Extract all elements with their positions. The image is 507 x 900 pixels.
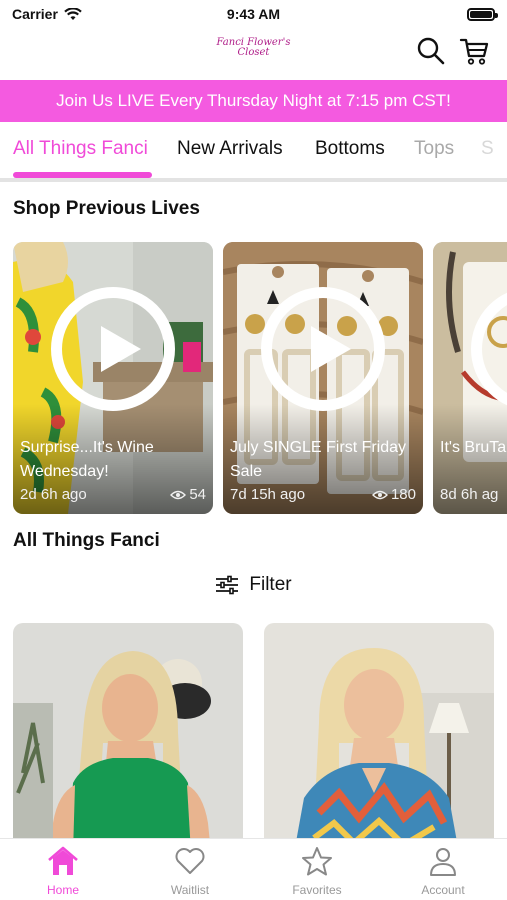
- category-tabs: All Things Fanci New Arrivals Bottoms To…: [0, 122, 507, 178]
- live-card[interactable]: July SINGLE First Friday Sale 7d 15h ago…: [223, 242, 423, 514]
- heart-icon: [175, 848, 205, 874]
- product-card[interactable]: [13, 623, 243, 853]
- view-count: 180: [390, 486, 416, 503]
- tab-waitlist[interactable]: Waitlist: [127, 845, 253, 897]
- filter-button[interactable]: Filter: [0, 574, 507, 596]
- app-header: Fanci Flower's Closet: [0, 28, 507, 80]
- status-bar: Carrier 9:43 AM: [0, 0, 507, 28]
- live-age: 2d 6h ago: [20, 486, 87, 503]
- tab-truncated[interactable]: S: [481, 138, 494, 160]
- clock: 9:43 AM: [226, 6, 281, 22]
- live-card[interactable]: It's BruTa Giveawa 8d 6h ag: [433, 242, 507, 514]
- tab-new-arrivals[interactable]: New Arrivals: [177, 138, 283, 160]
- live-title: It's BruTa Giveawa: [440, 439, 507, 456]
- tab-home[interactable]: Home: [0, 845, 126, 897]
- tabs-divider: [0, 178, 507, 182]
- filter-label: Filter: [249, 574, 292, 595]
- live-views: 180: [371, 486, 416, 503]
- tab-favorites[interactable]: Favorites: [254, 845, 380, 897]
- bottom-tab-bar: Home Waitlist Favorites Account: [0, 838, 507, 900]
- products-heading: All Things Fanci: [13, 530, 160, 551]
- live-age: 7d 15h ago: [230, 486, 306, 503]
- cart-icon[interactable]: [459, 36, 489, 66]
- product-image: [264, 623, 494, 853]
- previous-lives-heading: Shop Previous Lives: [13, 198, 200, 219]
- live-views: 54: [170, 486, 206, 503]
- battery-icon: [467, 8, 498, 21]
- live-announcement-banner[interactable]: Join Us LIVE Every Thursday Night at 7:1…: [0, 80, 507, 122]
- star-icon: [302, 847, 332, 876]
- play-icon[interactable]: [51, 287, 175, 411]
- tab-all-things-fanci[interactable]: All Things Fanci: [13, 138, 148, 160]
- tab-favorites-label: Favorites: [292, 883, 342, 897]
- banner-text: Join Us LIVE Every Thursday Night at 7:1…: [56, 91, 451, 110]
- play-icon[interactable]: [261, 287, 385, 411]
- filter-icon: [216, 575, 239, 595]
- tab-tops[interactable]: Tops: [414, 138, 454, 160]
- previous-lives-carousel[interactable]: Surprise...It's Wine Wednesday! 2d 6h ag…: [13, 242, 507, 515]
- live-title: Surprise...It's Wine Wednesday!: [20, 439, 154, 480]
- eye-icon: [371, 490, 388, 499]
- product-image: [13, 623, 243, 853]
- tab-account[interactable]: Account: [380, 845, 506, 897]
- person-icon: [430, 848, 456, 876]
- tab-home-label: Home: [46, 883, 79, 897]
- live-age: 8d 6h ag: [440, 486, 499, 503]
- tab-waitlist-label: Waitlist: [170, 883, 210, 897]
- live-title: July SINGLE First Friday Sale: [230, 439, 407, 480]
- eye-icon: [170, 490, 187, 499]
- product-card[interactable]: [264, 623, 494, 853]
- live-card[interactable]: Surprise...It's Wine Wednesday! 2d 6h ag…: [13, 242, 213, 514]
- view-count: 54: [189, 486, 206, 503]
- tab-account-label: Account: [421, 883, 465, 897]
- home-icon: [48, 846, 78, 875]
- search-icon[interactable]: [416, 36, 446, 66]
- tab-bottoms[interactable]: Bottoms: [315, 138, 385, 160]
